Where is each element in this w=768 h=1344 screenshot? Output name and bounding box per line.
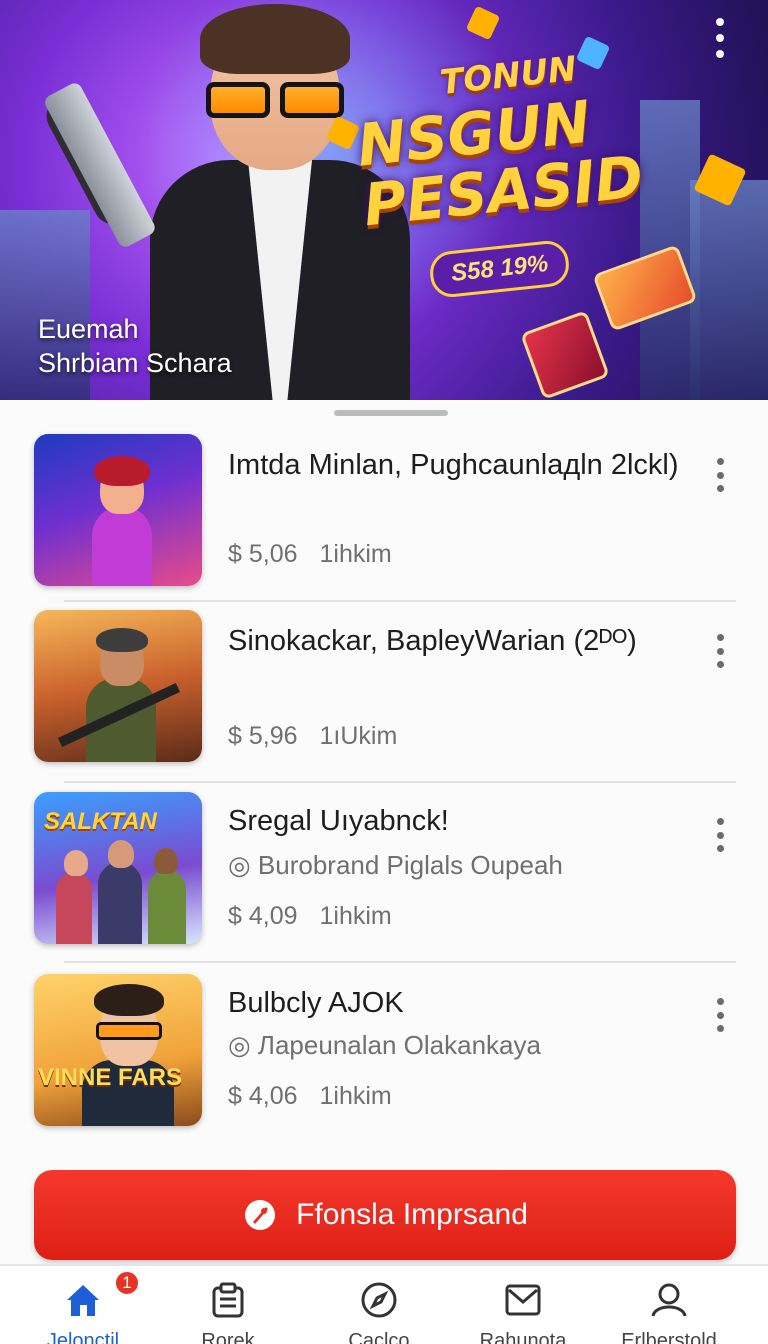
list-item-title: Bulbcly AJOK [228, 987, 404, 1019]
list-item-meta: $ 5,96 1ıUkim [228, 722, 397, 751]
list-item[interactable]: SALKTAN Sregal Uıyabnck! ◎ Burobrand Pig… [0, 782, 768, 962]
more-options-icon[interactable] [712, 458, 728, 492]
hero-caption: Euemah Shrbiam Schara [38, 314, 232, 378]
hero-title: NSGUN PESASID [354, 87, 647, 240]
list-item-subtitle: ◎ Burobrand Piglals Oupeah [228, 850, 563, 880]
list-item-price: $ 4,09 [228, 902, 298, 930]
game-art-agent-icon: VINNE FARS [34, 974, 202, 1126]
list-item-meta: $ 5,06 1ihkim [228, 540, 392, 569]
mail-icon [505, 1284, 541, 1316]
list-item[interactable]: VINNE FARS Bulbcly AJOK ◎ Лapeunalan Ola… [0, 962, 768, 1142]
nav-item-rorek[interactable]: Rorek [153, 1266, 303, 1344]
clipboard-icon [212, 1282, 244, 1318]
profile-icon [651, 1283, 687, 1317]
list-item-title: Imtda Minlan, Pughcaunlaдln 2lckl) [228, 449, 679, 481]
game-art-squad-icon: SALKTAN [34, 792, 202, 944]
list-item[interactable]: Imtda Minlan, Pughcaunlaдln 2lckl) $ 5,0… [0, 420, 768, 600]
list-item-stat: 1ihkim [319, 1082, 392, 1110]
hero-banner[interactable]: TONUN NSGUN PESASID S58 19% Euemah Shrbi… [0, 0, 768, 400]
game-art-soldier-icon [34, 610, 202, 762]
list-item-price: $ 5,06 [228, 540, 298, 568]
list-item-title: Sregal Uıyabnck! [228, 805, 449, 837]
home-icon [67, 1285, 99, 1316]
nav-item-profile[interactable]: Erlberstold [594, 1266, 744, 1344]
more-options-icon[interactable] [712, 998, 728, 1032]
notification-badge: 1 [114, 1270, 140, 1296]
nav-item-caclco[interactable]: Caclco [304, 1266, 454, 1344]
list-item[interactable]: Sinokackar, BapleyWarian (2ᴰᴼ) $ 5,96 1ı… [0, 600, 768, 780]
list-item-title: Sinokackar, BapleyWarian (2ᴰᴼ) [228, 625, 637, 657]
list-item-price: $ 4,06 [228, 1082, 298, 1110]
nav-label: Caclco [348, 1330, 410, 1344]
primary-cta-button[interactable]: Ffonsla Imprsand [34, 1170, 736, 1260]
app-screen: TONUN NSGUN PESASID S58 19% Euemah Shrbi… [0, 0, 768, 1344]
list-item-meta: $ 4,06 1ihkim [228, 1082, 392, 1111]
nav-label: Jelonctil [46, 1330, 120, 1344]
more-options-icon[interactable] [712, 818, 728, 852]
list-item-stat: 1ihkim [319, 902, 392, 930]
more-options-icon[interactable] [712, 634, 728, 668]
list-item-subtitle: ◎ Лapeunalan Olakankaya [228, 1030, 541, 1060]
list-item-stat: 1ihkim [319, 540, 392, 568]
cta-label: Ffonsla Imprsand [296, 1198, 528, 1231]
compass-icon [361, 1282, 397, 1318]
sheet-drag-handle[interactable] [334, 410, 448, 416]
nav-label: Rahunota [479, 1330, 567, 1344]
list-item-stat: 1ıUkim [319, 722, 398, 750]
nav-item-home[interactable]: 1 Jelonctil [8, 1266, 158, 1344]
nav-label: Erlberstold [621, 1330, 717, 1344]
game-art-woman-icon [34, 434, 202, 586]
rocket-icon [245, 1200, 276, 1230]
bottom-nav: 1 Jelonctil Rorek Caclco Rahunota Erlber… [0, 1264, 768, 1344]
list-item-meta: $ 4,09 1ihkim [228, 902, 392, 931]
nav-item-rahunota[interactable]: Rahunota [448, 1266, 598, 1344]
nav-label: Rorek [201, 1330, 255, 1344]
list-item-price: $ 5,96 [228, 722, 298, 750]
hero-more-icon[interactable] [708, 18, 732, 58]
